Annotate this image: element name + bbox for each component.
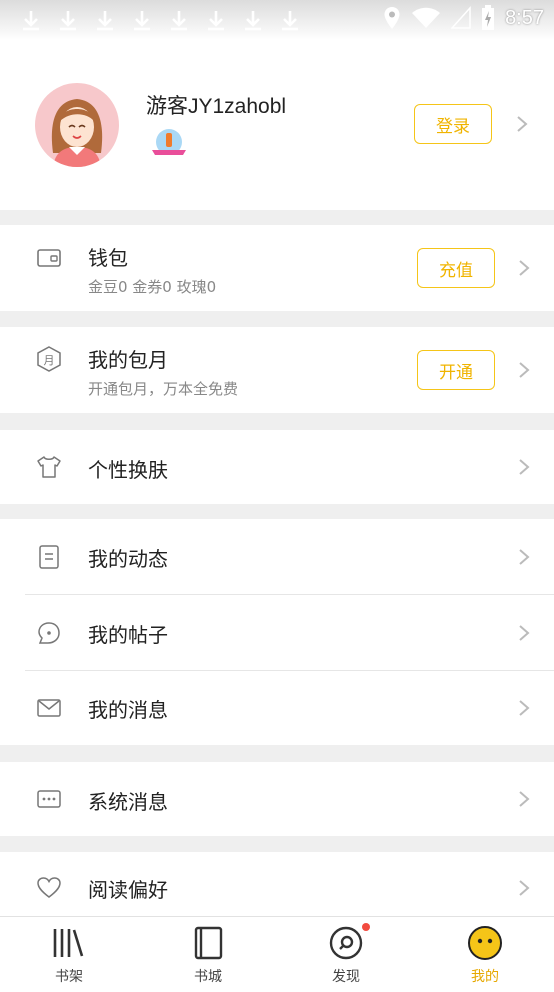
guest-badge-icon bbox=[152, 129, 186, 155]
bookstore-icon bbox=[194, 926, 223, 960]
battery-charging-icon bbox=[482, 5, 495, 30]
signal-icon bbox=[451, 6, 471, 29]
location-icon bbox=[384, 7, 400, 29]
svg-text:月: 月 bbox=[44, 354, 55, 367]
chevron-right-icon bbox=[519, 625, 530, 641]
skin-title: 个性换肤 bbox=[88, 458, 168, 482]
download-icon bbox=[60, 11, 76, 31]
posts-row[interactable]: 我的帖子 bbox=[0, 595, 554, 670]
username: 游客JY1zahobl bbox=[146, 95, 287, 118]
clock: 8:57 bbox=[505, 6, 544, 29]
chevron-right-icon bbox=[519, 260, 530, 276]
tab-discover-label: 发现 bbox=[332, 969, 360, 985]
tab-bookshelf-label: 书架 bbox=[55, 969, 83, 985]
system-messages-title: 系统消息 bbox=[88, 790, 168, 814]
tab-bookstore-label: 书城 bbox=[194, 969, 222, 985]
avatar-girl-icon bbox=[51, 99, 103, 167]
wallet-row[interactable]: 钱包 金豆0 金券0 玫瑰0 充值 bbox=[0, 225, 554, 311]
tab-bookstore[interactable]: 书城 bbox=[158, 917, 258, 992]
discover-icon bbox=[329, 926, 363, 960]
wallet-icon bbox=[37, 249, 61, 267]
tab-bookshelf[interactable]: 书架 bbox=[19, 917, 119, 992]
bottom-tab-bar: 书架 书城 发现 我的 bbox=[0, 916, 554, 992]
mail-icon bbox=[37, 699, 61, 717]
skin-row[interactable]: 个性换肤 bbox=[0, 430, 554, 504]
posts-title: 我的帖子 bbox=[88, 623, 168, 647]
download-icon bbox=[97, 11, 113, 31]
messages-title: 我的消息 bbox=[88, 698, 168, 722]
tab-me-label: 我的 bbox=[471, 969, 499, 985]
avatar[interactable] bbox=[35, 83, 119, 167]
wallet-title: 钱包 bbox=[88, 246, 128, 270]
tshirt-icon bbox=[37, 456, 61, 478]
monthly-shield-icon: 月 bbox=[37, 346, 61, 372]
download-icon bbox=[171, 11, 187, 31]
monthly-subtitle: 开通包月，万本全免费 bbox=[88, 380, 239, 398]
wifi-icon bbox=[412, 7, 441, 28]
download-icon bbox=[23, 11, 39, 31]
monthly-row[interactable]: 月 我的包月 开通包月，万本全免费 开通 bbox=[0, 327, 554, 413]
bookshelf-icon bbox=[53, 929, 84, 957]
posts-icon bbox=[38, 622, 60, 644]
chevron-right-icon bbox=[519, 549, 530, 565]
activate-button[interactable]: 开通 bbox=[417, 350, 495, 390]
recharge-button[interactable]: 充值 bbox=[417, 248, 495, 288]
dynamics-row[interactable]: 我的动态 bbox=[0, 519, 554, 594]
status-bar: 8:57 bbox=[0, 0, 554, 40]
monthly-title: 我的包月 bbox=[88, 348, 168, 372]
chat-dots-icon bbox=[37, 790, 61, 808]
download-notifications bbox=[19, 8, 302, 32]
social-group: 我的动态 我的帖子 我的消息 bbox=[0, 519, 554, 745]
me-smiley-icon bbox=[468, 926, 502, 960]
download-icon bbox=[208, 11, 224, 31]
messages-row[interactable]: 我的消息 bbox=[0, 671, 554, 745]
login-button[interactable]: 登录 bbox=[414, 104, 492, 144]
chevron-right-icon bbox=[519, 459, 530, 475]
reading-preferences-title: 阅读偏好 bbox=[88, 878, 168, 902]
download-icon bbox=[134, 11, 150, 31]
chevron-right-icon bbox=[519, 880, 530, 896]
dynamics-title: 我的动态 bbox=[88, 547, 168, 571]
tab-discover[interactable]: 发现 bbox=[296, 917, 396, 992]
dynamics-icon bbox=[39, 545, 59, 569]
chevron-right-icon bbox=[519, 700, 530, 716]
wallet-balance: 金豆0 金券0 玫瑰0 bbox=[88, 278, 217, 296]
download-icon bbox=[282, 11, 298, 31]
download-icon bbox=[245, 11, 261, 31]
chevron-right-icon bbox=[519, 791, 530, 807]
profile-header[interactable]: 游客JY1zahobl 登录 bbox=[0, 40, 554, 210]
heart-icon bbox=[37, 877, 61, 898]
chevron-right-icon bbox=[519, 362, 530, 378]
system-messages-row[interactable]: 系统消息 bbox=[0, 762, 554, 836]
tab-me[interactable]: 我的 bbox=[435, 917, 535, 992]
chevron-right-icon bbox=[517, 116, 528, 132]
notification-dot bbox=[362, 923, 370, 931]
reading-preferences-row[interactable]: 阅读偏好 bbox=[0, 852, 554, 916]
